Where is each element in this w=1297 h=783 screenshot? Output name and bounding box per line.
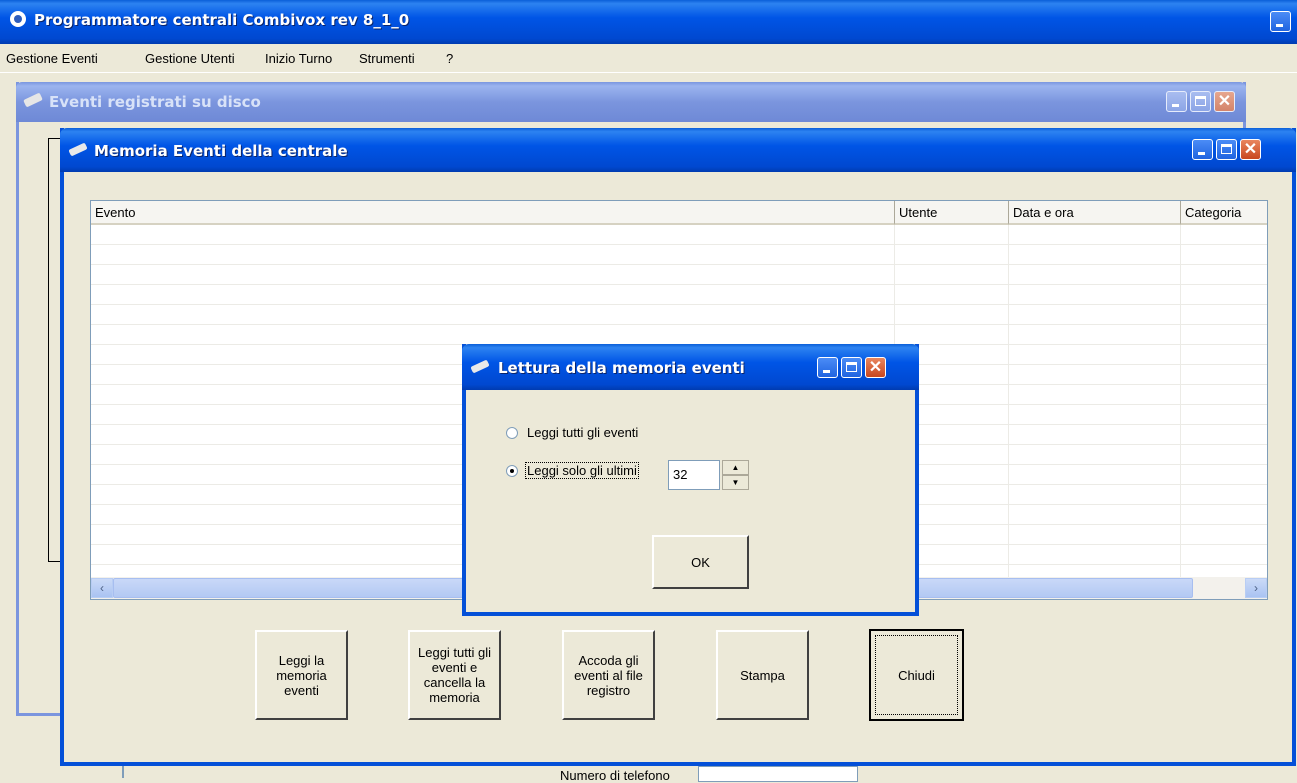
memory-titlebar[interactable]: Memoria Eventi della centrale ✕ — [60, 128, 1296, 172]
disk-minimize-button[interactable] — [1166, 91, 1187, 112]
count-spinner-down[interactable]: ▼ — [722, 475, 749, 490]
column-header-data-ora[interactable]: Data e ora — [1009, 201, 1181, 225]
memory-maximize-button[interactable] — [1216, 139, 1237, 160]
print-button[interactable]: Stampa — [716, 630, 809, 720]
close-button[interactable]: Chiudi — [869, 629, 964, 721]
maximize-icon — [846, 362, 857, 372]
focus-rect — [875, 635, 958, 715]
column-header-evento[interactable]: Evento — [91, 201, 895, 225]
grid-col-line — [1008, 225, 1009, 577]
menu-help[interactable]: ? — [446, 51, 453, 66]
app-icon — [10, 11, 26, 27]
dialog-titlebar[interactable]: Lettura della memoria eventi ✕ — [462, 344, 919, 390]
phone-number-input[interactable] — [698, 766, 858, 782]
main-titlebar[interactable]: Programmatore centrali Combivox rev 8_1_… — [0, 0, 1297, 44]
read-all-clear-label: Leggi tutti gli eventi e cancella la mem… — [418, 645, 491, 705]
disk-events-title: Eventi registrati su disco — [49, 93, 261, 111]
dialog-minimize-button[interactable] — [817, 357, 838, 378]
close-icon: ✕ — [1243, 141, 1258, 158]
disk-events-titlebar[interactable]: Eventi registrati su disco ✕ — [16, 82, 1246, 122]
minimize-icon — [1172, 104, 1179, 107]
minimize-icon — [1276, 24, 1283, 27]
pencil-icon — [68, 142, 88, 157]
count-input[interactable]: 32 — [668, 460, 720, 490]
print-label: Stampa — [740, 667, 785, 683]
append-log-label: Accoda gli eventi al file registro — [574, 652, 643, 698]
pencil-icon — [470, 359, 490, 374]
column-header-categoria[interactable]: Categoria — [1181, 201, 1267, 225]
maximize-icon — [1195, 96, 1206, 106]
minimize-icon — [1198, 152, 1205, 155]
menu-gestione-utenti[interactable]: Gestione Utenti — [145, 51, 235, 66]
radio-read-last[interactable] — [506, 465, 518, 477]
dialog-close-button[interactable]: ✕ — [865, 357, 886, 378]
radio-read-all-label[interactable]: Leggi tutti gli eventi — [527, 425, 638, 440]
read-memory-label: Leggi la memoria eventi — [276, 652, 327, 698]
radio-read-all[interactable] — [506, 427, 518, 439]
dialog-maximize-button[interactable] — [841, 357, 862, 378]
ok-button[interactable]: OK — [652, 535, 749, 589]
main-minimize-button[interactable] — [1270, 11, 1291, 32]
menu-strumenti[interactable]: Strumenti — [359, 51, 415, 66]
column-header-utente[interactable]: Utente — [895, 201, 1009, 225]
disk-close-button[interactable]: ✕ — [1214, 91, 1235, 112]
menu-inizio-turno[interactable]: Inizio Turno — [265, 51, 332, 66]
memory-close-button[interactable]: ✕ — [1240, 139, 1261, 160]
menu-bar: Gestione Eventi Gestione Utenti Inizio T… — [0, 44, 1297, 73]
radio-selected-dot — [510, 469, 514, 473]
close-icon: ✕ — [868, 359, 883, 376]
close-icon: ✕ — [1217, 93, 1232, 110]
scroll-right-button[interactable]: › — [1245, 578, 1267, 598]
main-window-title: Programmatore centrali Combivox rev 8_1_… — [34, 11, 410, 29]
maximize-icon — [1221, 144, 1232, 154]
append-to-log-button[interactable]: Accoda gli eventi al file registro — [562, 630, 655, 720]
read-memory-button[interactable]: Leggi la memoria eventi — [255, 630, 348, 720]
list-header: Evento Utente Data e ora Categoria — [91, 201, 1267, 225]
pencil-icon — [23, 92, 43, 108]
count-spinner-up[interactable]: ▲ — [722, 460, 749, 475]
ok-label: OK — [691, 554, 710, 570]
memory-window-title: Memoria Eventi della centrale — [94, 142, 348, 160]
grid-col-line — [1180, 225, 1181, 577]
disk-maximize-button[interactable] — [1190, 91, 1211, 112]
count-value: 32 — [673, 467, 688, 482]
phone-number-label: Numero di telefono — [560, 768, 670, 783]
menu-gestione-eventi[interactable]: Gestione Eventi — [6, 51, 98, 66]
minimize-icon — [823, 370, 830, 373]
read-all-and-clear-button[interactable]: Leggi tutti gli eventi e cancella la mem… — [408, 630, 501, 720]
dialog-title: Lettura della memoria eventi — [498, 359, 745, 377]
memory-minimize-button[interactable] — [1192, 139, 1213, 160]
scroll-left-button[interactable]: ‹ — [91, 578, 113, 598]
radio-read-last-label[interactable]: Leggi solo gli ultimi — [525, 462, 639, 479]
